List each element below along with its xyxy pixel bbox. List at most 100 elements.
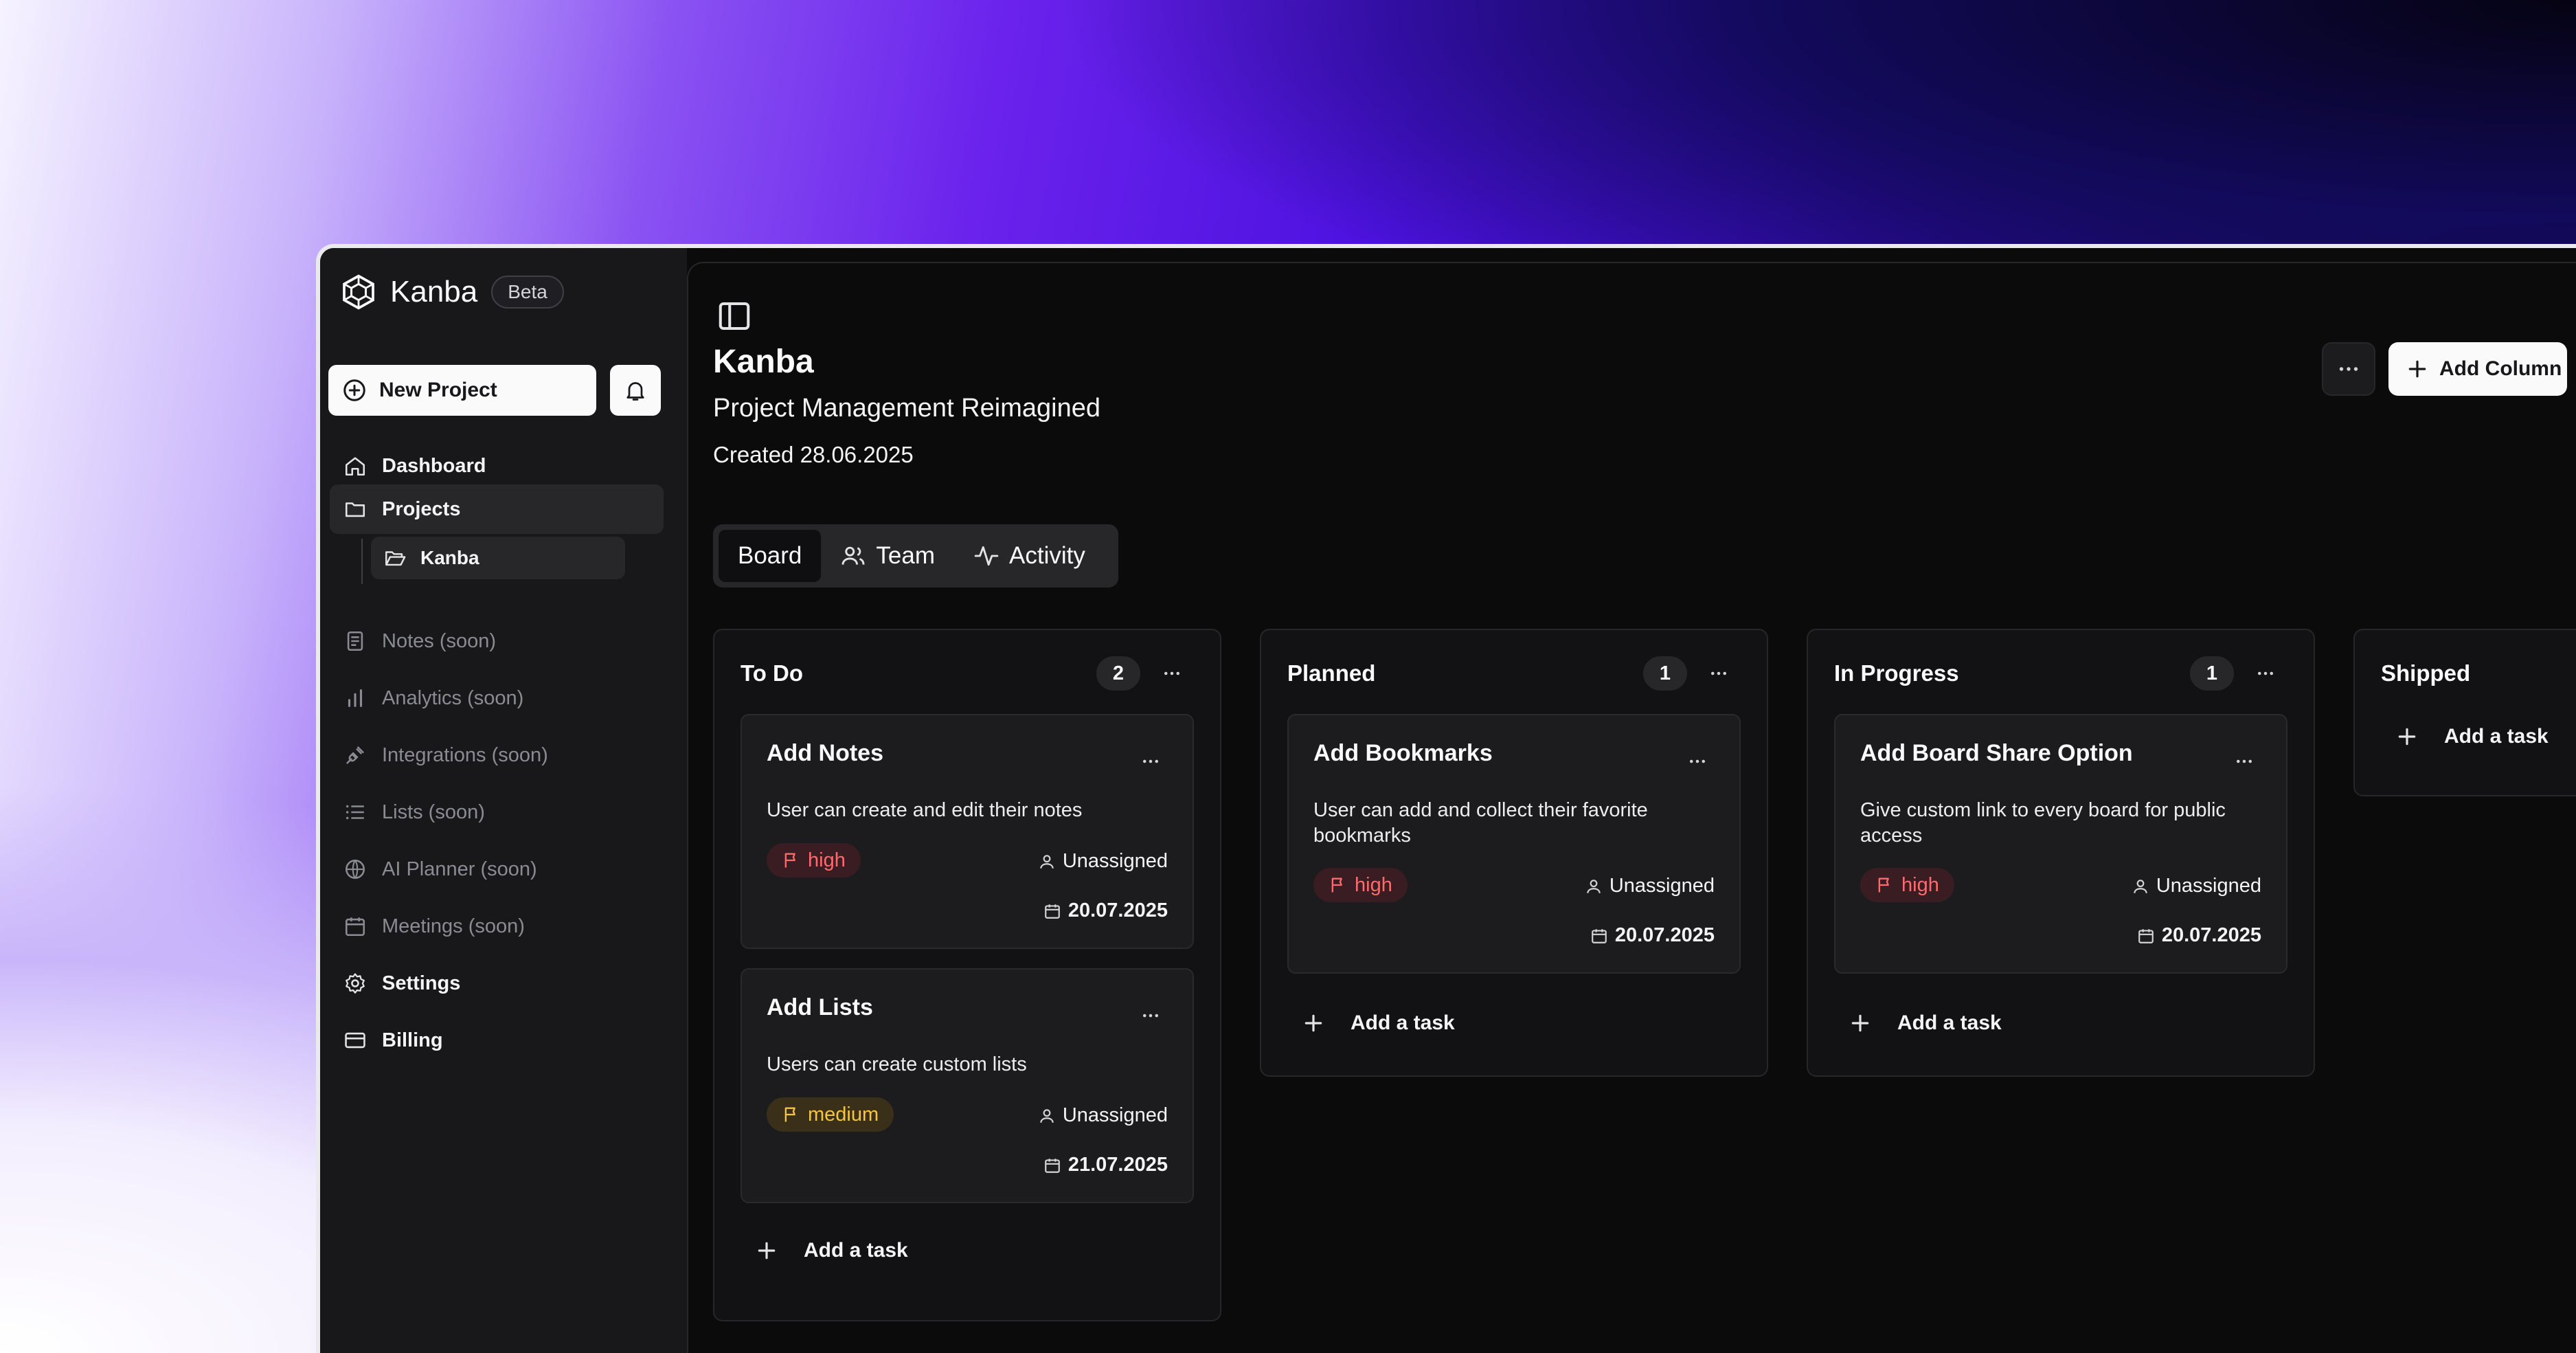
sidebar-item-notes[interactable]: Notes (soon)	[330, 616, 664, 666]
priority-label: medium	[808, 1103, 879, 1126]
calendar-icon	[345, 917, 365, 937]
task-card[interactable]: Add Bookmarks User can add and collect t…	[1287, 714, 1741, 974]
calendar-icon	[2137, 927, 2155, 945]
credit-card-icon	[345, 1032, 365, 1049]
add-task-label: Add a task	[1897, 1011, 2002, 1034]
due-date: 21.07.2025	[1043, 1154, 1168, 1176]
task-card[interactable]: Add Board Share Option Give custom link …	[1834, 714, 2287, 974]
assignee[interactable]: Unassigned	[1585, 875, 1715, 897]
add-column-label: Add Column	[2439, 357, 2562, 380]
task-card[interactable]: Add Notes User can create and edit their…	[741, 714, 1194, 949]
due-date-label: 20.07.2025	[2161, 924, 2261, 946]
task-count-badge: 1	[2190, 656, 2234, 691]
sidebar-item-ai-planner[interactable]: AI Planner (soon)	[330, 845, 664, 894]
priority-label: high	[1901, 873, 1939, 896]
add-column-button[interactable]: Add Column	[2388, 342, 2567, 396]
sidebar-item-projects[interactable]: Projects	[330, 484, 664, 534]
column-title: Planned	[1287, 660, 1376, 686]
column-header: Planned 1	[1287, 656, 1741, 691]
card-more-button[interactable]	[2234, 751, 2255, 772]
cube-logo-icon	[343, 274, 374, 310]
add-task-button[interactable]: Add a task	[2396, 725, 2549, 748]
assignee[interactable]: Unassigned	[2132, 875, 2261, 897]
sidebar-item-label: Billing	[382, 1029, 443, 1051]
new-project-label: New Project	[379, 379, 497, 401]
user-icon	[1038, 853, 1056, 871]
column-header: Shipped	[2381, 656, 2576, 691]
folder-icon	[345, 502, 365, 517]
task-description: Give custom link to every board for publ…	[1860, 799, 2226, 847]
sidebar-item-label: Projects	[382, 497, 461, 520]
assignee[interactable]: Unassigned	[1038, 1104, 1168, 1127]
due-date-label: 20.07.2025	[1067, 899, 1168, 921]
sidebar-item-label: Settings	[382, 972, 461, 994]
more-horizontal-icon	[2255, 663, 2276, 684]
notes-icon	[347, 631, 363, 651]
sidebar-item-label: Meetings (soon)	[382, 915, 525, 937]
sidebar-item-label: Notes (soon)	[382, 629, 497, 652]
column-header: To Do 2	[741, 656, 1194, 691]
sidebar-item-label: Lists (soon)	[382, 801, 485, 823]
column-title: In Progress	[1834, 660, 1959, 686]
assignee-label: Unassigned	[2156, 875, 2261, 897]
plus-circle-icon	[343, 379, 365, 401]
column-more-button[interactable]	[1697, 663, 1741, 684]
sidebar-item-billing[interactable]: Billing	[330, 1016, 664, 1065]
add-task-button[interactable]: Add a task	[756, 1239, 908, 1262]
add-task-button[interactable]: Add a task	[1302, 1011, 1455, 1035]
due-date: 20.07.2025	[1043, 899, 1168, 922]
page-title: Kanba	[713, 344, 814, 380]
card-more-button[interactable]	[1687, 751, 1708, 772]
bar-chart-icon	[348, 689, 363, 707]
column-title: To Do	[741, 660, 804, 686]
priority-badge: high	[767, 843, 861, 877]
flag-icon	[782, 1105, 801, 1124]
tab-board[interactable]: Board	[719, 530, 822, 582]
tab-team[interactable]: Team	[821, 530, 954, 582]
sidebar-item-analytics[interactable]: Analytics (soon)	[330, 673, 664, 723]
sidebar-item-dashboard[interactable]: Dashboard	[330, 441, 664, 491]
task-card[interactable]: Add Lists Users can create custom lists …	[741, 968, 1194, 1203]
due-date: 20.07.2025	[2137, 924, 2261, 947]
main-panel: Kanba Project Management Reimagined Crea…	[687, 262, 2576, 1353]
sidebar-item-integrations[interactable]: Integrations (soon)	[330, 730, 664, 780]
sidebar-item-settings[interactable]: Settings	[330, 959, 664, 1008]
priority-badge: medium	[767, 1097, 894, 1132]
sidebar-item-label: AI Planner (soon)	[382, 858, 537, 880]
tab-label: Activity	[1009, 542, 1085, 569]
plug-icon	[346, 746, 364, 764]
column-header: In Progress 1	[1834, 656, 2287, 691]
tab-activity[interactable]: Activity	[954, 530, 1105, 582]
user-icon	[1585, 877, 1603, 895]
due-date-label: 21.07.2025	[1067, 1154, 1168, 1176]
sidebar: Kanba Beta New Project Dashboard Project…	[320, 248, 687, 1353]
add-task-button[interactable]: Add a task	[1849, 1011, 2002, 1035]
sidebar-item-label: Analytics (soon)	[382, 686, 524, 709]
card-more-button[interactable]	[1140, 1005, 1161, 1026]
task-description: User can create and edit their notes	[767, 799, 1083, 821]
notifications-button[interactable]	[610, 365, 661, 416]
assignee[interactable]: Unassigned	[1038, 850, 1168, 873]
add-task-label: Add a task	[1351, 1011, 1455, 1034]
card-more-button[interactable]	[1140, 751, 1161, 772]
tab-label: Board	[738, 542, 802, 569]
column-in-progress: In Progress 1 Add Board Share Option Giv…	[1807, 629, 2315, 1077]
sidebar-item-meetings[interactable]: Meetings (soon)	[330, 902, 664, 951]
app-logo[interactable]: Kanba Beta	[339, 273, 564, 311]
sidebar-item-lists[interactable]: Lists (soon)	[330, 787, 664, 837]
app-name: Kanba	[390, 275, 478, 309]
assignee-label: Unassigned	[1062, 850, 1168, 872]
column-more-button[interactable]	[2244, 663, 2287, 684]
column-todo: To Do 2 Add Notes User can create and ed…	[713, 629, 1221, 1321]
new-project-button[interactable]: New Project	[328, 365, 596, 416]
priority-label: high	[808, 849, 846, 871]
sidebar-subitem-kanba[interactable]: Kanba	[371, 537, 625, 579]
sidebar-toggle-button[interactable]	[716, 298, 753, 335]
task-title: Add Board Share Option	[1860, 740, 2133, 766]
board-more-button[interactable]	[2322, 342, 2375, 396]
more-horizontal-icon	[2336, 357, 2361, 381]
due-date: 20.07.2025	[1590, 924, 1715, 947]
flag-icon	[1875, 875, 1895, 895]
activity-icon	[974, 546, 999, 566]
column-more-button[interactable]	[1150, 663, 1194, 684]
